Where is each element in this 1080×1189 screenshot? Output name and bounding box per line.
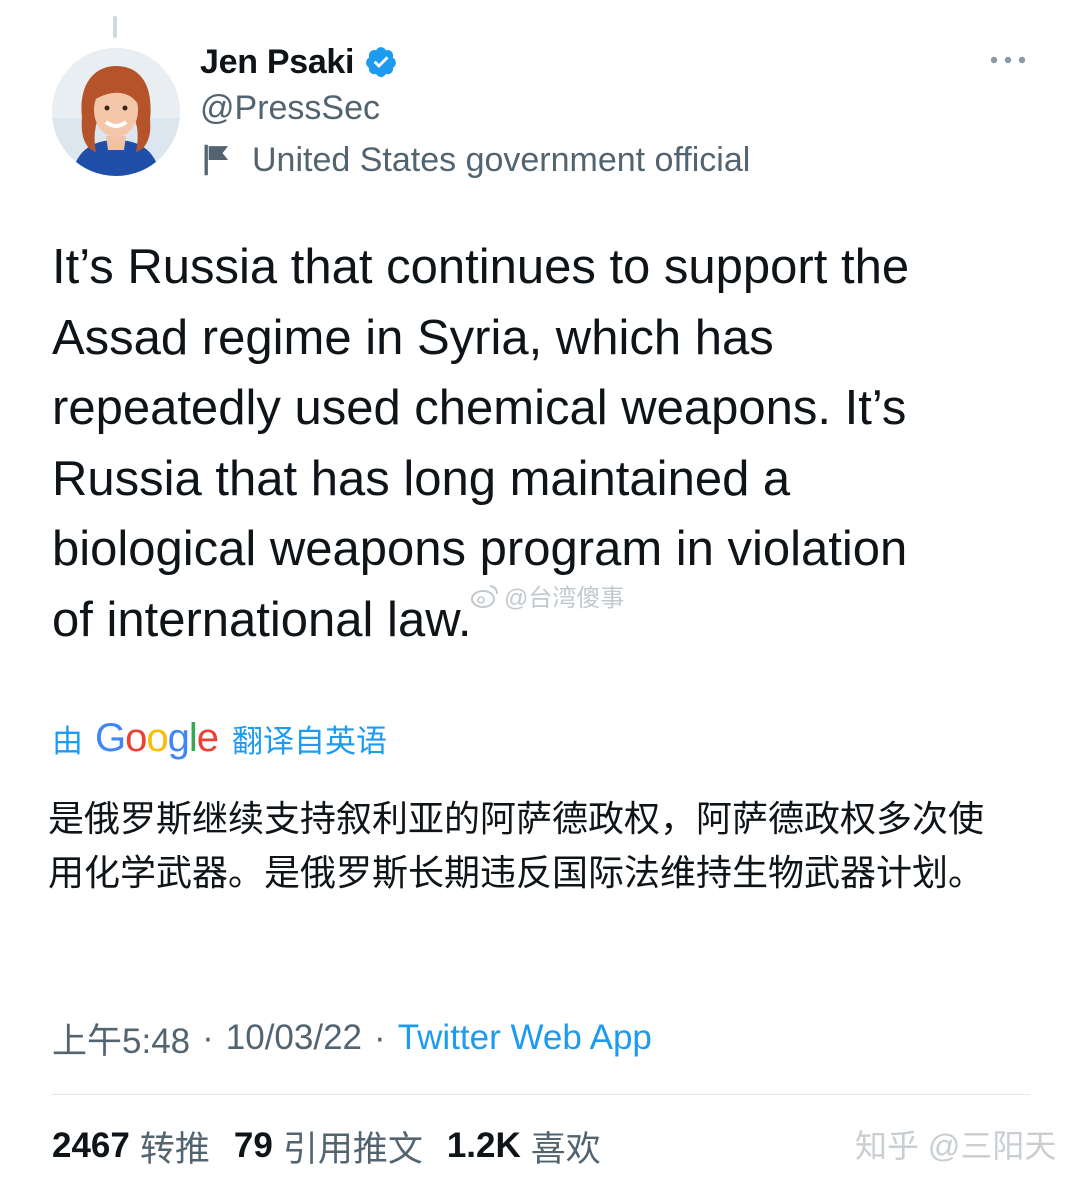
verified-badge-icon: [366, 47, 397, 78]
quotes-stat[interactable]: 79 引用推文: [234, 1121, 423, 1172]
retweets-label: 转推: [139, 1129, 210, 1169]
avatar-portrait: [52, 48, 180, 176]
engagement-stats: 2467 转推 79 引用推文 1.2K 喜欢: [52, 1120, 625, 1172]
divider: [52, 1094, 1030, 1095]
translation-prefix: 由: [52, 723, 83, 759]
source-app-link[interactable]: Twitter Web App: [398, 1018, 652, 1058]
image-watermark: @台湾傻事: [470, 578, 624, 613]
tweet-date[interactable]: 10/03/22: [226, 1018, 362, 1058]
tweet-time[interactable]: 上午5:48: [52, 1013, 190, 1064]
likes-stat[interactable]: 1.2K 喜欢: [447, 1121, 601, 1172]
translated-text: 是俄罗斯继续支持叙利亚的阿萨德政权，阿萨德政权多次使用化学武器。是俄罗斯长期违反…: [48, 798, 985, 893]
account-label-text: United States government official: [252, 140, 751, 179]
translation-attribution[interactable]: 由 Google 翻译自英语: [52, 712, 387, 764]
retweets-count: 2467: [52, 1126, 130, 1165]
google-logo: Google: [95, 715, 219, 760]
quotes-count: 79: [233, 1126, 273, 1165]
tweet-meta: 上午5:48 · 10/03/22 · Twitter Web App: [52, 1012, 652, 1064]
avatar[interactable]: [52, 48, 180, 176]
retweets-stat[interactable]: 2467 转推: [52, 1121, 210, 1172]
meta-separator: ·: [374, 1018, 386, 1057]
account-label: United States government official: [200, 136, 750, 184]
likes-label: 喜欢: [530, 1129, 601, 1169]
author-handle[interactable]: @PressSec: [200, 86, 380, 130]
flag-icon: [204, 144, 229, 176]
zhihu-watermark: 知乎 @三阳天: [855, 1128, 1057, 1164]
image-watermark-text: @台湾傻事: [504, 585, 625, 612]
translation-suffix: 翻译自英语: [232, 723, 388, 759]
thread-connector-line: [113, 16, 117, 38]
quotes-label: 引用推文: [282, 1129, 423, 1169]
weibo-icon: [471, 584, 498, 608]
display-name[interactable]: Jen Psaki: [200, 43, 354, 82]
meta-separator: ·: [202, 1018, 214, 1057]
more-dots-icon[interactable]: [988, 50, 1028, 70]
likes-count: 1.2K: [446, 1126, 521, 1165]
author-name-row: Jen Psaki: [200, 38, 398, 86]
